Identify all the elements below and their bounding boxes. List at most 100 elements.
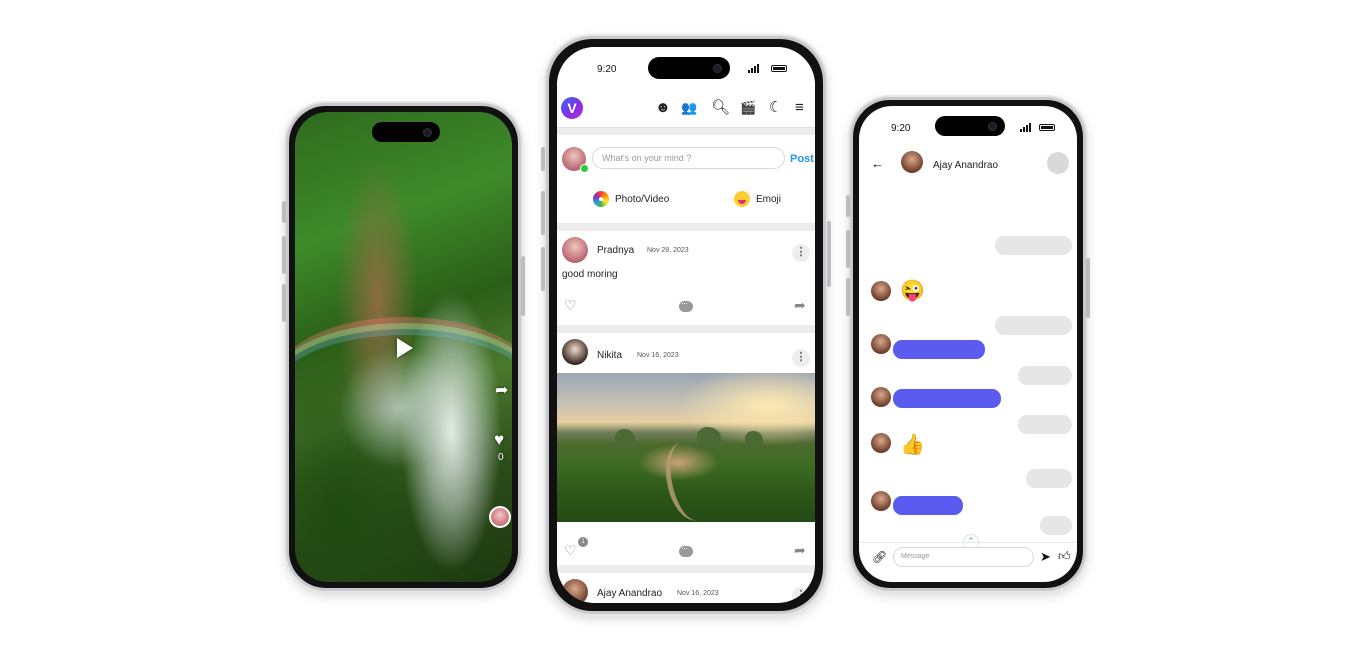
chat-screen: 9:20 ← Ajay Anandrao 😜 👍 ⌃ 🔗︎ Message ➤ … xyxy=(859,106,1077,582)
phone-side-button xyxy=(541,147,545,171)
like-heart-icon[interactable]: ♡ xyxy=(564,298,577,312)
status-time: 9:20 xyxy=(597,64,617,75)
attach-link-icon[interactable]: 🔗︎ xyxy=(872,550,887,564)
author-avatar[interactable] xyxy=(562,237,588,263)
emoji-label: Emoji xyxy=(756,193,782,205)
whats-on-your-mind-input[interactable]: What's on your mind ? xyxy=(592,147,785,169)
thumbs-up-icon[interactable]: 👍︎ xyxy=(1058,549,1071,563)
phone-side-button xyxy=(541,191,545,235)
phone-side-button xyxy=(846,230,850,268)
feed-screen: 9:20 V ☻ 👥 🔍︎ 🎬 ☾ ≡ What's on your mind … xyxy=(557,47,815,603)
photo-gallery-icon xyxy=(593,191,609,207)
more-options-icon[interactable]: ⋮ xyxy=(792,244,810,262)
dark-mode-icon[interactable]: ☾ xyxy=(769,100,782,116)
phone-side-button xyxy=(846,195,850,217)
share-icon[interactable]: ➦ xyxy=(794,298,806,312)
incoming-message[interactable] xyxy=(1026,469,1072,488)
play-icon[interactable] xyxy=(397,338,413,358)
comment-icon[interactable] xyxy=(679,298,693,312)
dynamic-island xyxy=(372,122,440,142)
post-date: Nov 16, 2023 xyxy=(637,352,679,359)
contact-avatar[interactable] xyxy=(901,151,923,173)
friends-icon[interactable]: 👥 xyxy=(681,100,697,116)
reels-icon[interactable]: 🎬 xyxy=(740,100,756,116)
status-time: 9:20 xyxy=(891,123,911,134)
post-image[interactable] xyxy=(557,373,815,525)
search-icon[interactable]: 🔍︎ xyxy=(711,100,730,116)
emoji-icon xyxy=(734,191,750,207)
phone-side-button xyxy=(827,221,831,287)
post-author[interactable]: Ajay Anandrao xyxy=(597,588,662,599)
menu-icon[interactable]: ≡ xyxy=(795,100,804,116)
emoji-message[interactable]: 😜 xyxy=(900,280,925,302)
outgoing-message[interactable] xyxy=(893,340,985,359)
share-icon[interactable]: ➦ xyxy=(794,543,806,557)
like-count: 0 xyxy=(498,452,504,463)
composer-divider xyxy=(859,542,1077,543)
dynamic-island xyxy=(935,116,1005,136)
video-player[interactable]: ➦ ♥ 0 xyxy=(295,112,512,582)
signal-icon xyxy=(748,64,759,73)
phone-side-button xyxy=(282,236,286,274)
video-phone: ➦ ♥ 0 xyxy=(282,103,525,591)
post-card: Ajay Anandrao Nov 16, 2023 ⋮ xyxy=(557,573,815,603)
incoming-message[interactable] xyxy=(1018,415,1072,434)
comment-icon[interactable] xyxy=(679,543,693,557)
battery-icon xyxy=(771,65,787,72)
incoming-message[interactable] xyxy=(995,316,1072,335)
like-count-badge: 1 xyxy=(578,537,588,547)
post-date: Nov 16, 2023 xyxy=(677,590,719,597)
back-arrow-icon[interactable]: ← xyxy=(871,157,884,171)
phone-side-button xyxy=(541,247,545,291)
emoji-message[interactable]: 👍 xyxy=(900,434,925,456)
emoji-button[interactable]: Emoji xyxy=(734,191,781,207)
send-icon[interactable]: ➤ xyxy=(1040,550,1051,564)
sender-avatar xyxy=(871,491,891,511)
outgoing-message[interactable] xyxy=(893,496,963,515)
phone-side-button xyxy=(282,201,286,223)
phone-side-button xyxy=(521,256,525,316)
outgoing-message[interactable] xyxy=(893,389,1001,408)
signal-icon xyxy=(1020,123,1031,132)
dynamic-island xyxy=(648,57,730,79)
more-options-icon[interactable]: ⋮ xyxy=(792,587,810,603)
like-heart-icon[interactable]: ♡ xyxy=(564,543,577,557)
post-text: good moring xyxy=(562,269,618,280)
online-status-dot xyxy=(580,164,589,173)
sender-avatar xyxy=(871,387,891,407)
sender-avatar xyxy=(871,281,891,301)
feed-phone: 9:20 V ☻ 👥 🔍︎ 🎬 ☾ ≡ What's on your mind … xyxy=(541,36,831,614)
message-input[interactable]: Message xyxy=(893,547,1034,567)
post-card: Pradnya Nov 28, 2023 ⋮ good moring ♡ ➦ xyxy=(557,231,815,325)
incoming-message[interactable] xyxy=(1018,366,1072,385)
photo-video-button[interactable]: Photo/Video xyxy=(593,191,669,207)
uploader-avatar[interactable] xyxy=(489,506,511,528)
chat-phone: 9:20 ← Ajay Anandrao 😜 👍 ⌃ 🔗︎ Message ➤ … xyxy=(846,97,1090,591)
contact-name[interactable]: Ajay Anandrao xyxy=(933,160,998,171)
battery-icon xyxy=(1039,124,1055,131)
app-top-bar: V ☻ 👥 🔍︎ 🎬 ☾ ≡ xyxy=(557,91,815,128)
author-avatar[interactable] xyxy=(562,579,588,603)
emoji-add-icon[interactable]: ☻ xyxy=(655,100,671,116)
app-logo[interactable]: V xyxy=(561,97,583,119)
more-options-icon[interactable]: ⋮ xyxy=(792,349,810,367)
share-icon[interactable]: ➦ xyxy=(495,380,508,400)
post-composer: What's on your mind ? Post Photo/Video E… xyxy=(557,135,815,223)
phone-side-button xyxy=(846,278,850,316)
photo-video-label: Photo/Video xyxy=(615,193,670,205)
contact-options-button[interactable] xyxy=(1047,152,1069,174)
heart-icon[interactable]: ♥ xyxy=(494,430,504,450)
post-author[interactable]: Nikita xyxy=(597,350,622,361)
phone-side-button xyxy=(1086,258,1090,318)
sender-avatar xyxy=(871,433,891,453)
video-frame-rainbow xyxy=(295,317,512,443)
post-card: Nikita Nov 16, 2023 ⋮ ♡ 1 ➦ xyxy=(557,333,815,565)
incoming-message[interactable] xyxy=(995,236,1072,255)
author-avatar[interactable] xyxy=(562,339,588,365)
post-date: Nov 28, 2023 xyxy=(647,247,689,254)
post-button[interactable]: Post xyxy=(790,153,814,165)
incoming-message[interactable] xyxy=(1040,516,1072,535)
status-bar: 9:20 xyxy=(557,47,815,91)
phone-side-button xyxy=(282,284,286,322)
post-author[interactable]: Pradnya xyxy=(597,245,634,256)
